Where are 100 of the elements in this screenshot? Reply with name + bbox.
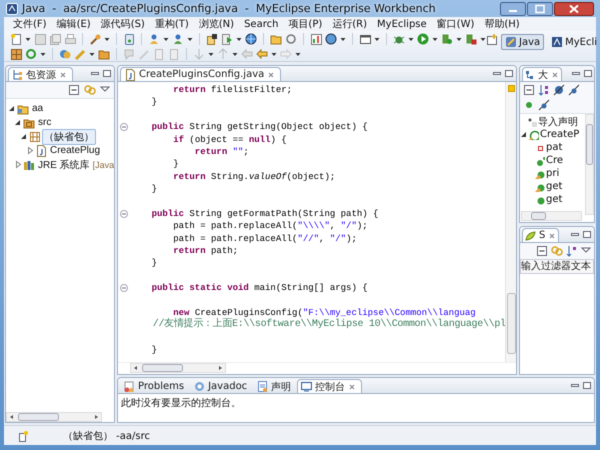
outline-item[interactable]: get: [546, 194, 562, 205]
globe-icon[interactable]: [245, 32, 257, 44]
scrollbar-thumb[interactable]: [506, 293, 516, 354]
caret-icon[interactable]: [295, 50, 301, 56]
tree-item[interactable]: src: [36, 116, 54, 129]
folder-icon[interactable]: [98, 48, 110, 60]
fold-minus-icon[interactable]: [120, 210, 128, 218]
minimize-icon[interactable]: [570, 381, 580, 390]
server-icon[interactable]: [123, 32, 135, 44]
menu-item[interactable]: MyEclipse: [372, 18, 432, 30]
collapsed-triangle-icon[interactable]: [26, 146, 34, 155]
view-menu-icon[interactable]: [100, 84, 110, 94]
minimize-icon[interactable]: [500, 2, 526, 16]
package-icon[interactable]: [10, 48, 22, 60]
maximize-icon[interactable]: [583, 69, 593, 78]
view-tab[interactable]: 声明: [253, 379, 298, 393]
expanded-triangle-icon[interactable]: [520, 130, 528, 139]
view-tab[interactable]: Javadoc: [190, 379, 254, 393]
person-icon[interactable]: [148, 32, 160, 44]
menu-item[interactable]: 帮助(H): [479, 17, 525, 31]
warning-marker-icon[interactable]: [508, 85, 514, 92]
collapse-all-icon[interactable]: [523, 84, 535, 96]
fold-minus-icon[interactable]: [120, 123, 128, 132]
run-icon[interactable]: [417, 32, 429, 44]
minimize-icon[interactable]: [570, 230, 580, 239]
tree-item[interactable]: CreatePlug: [48, 144, 102, 157]
tree-item[interactable]: JRE 系统库: [36, 156, 92, 172]
menu-item[interactable]: 编辑(E): [52, 17, 96, 31]
caret-icon[interactable]: [374, 36, 380, 42]
menu-item[interactable]: 重构(T): [150, 17, 194, 31]
collapse-all-icon[interactable]: [536, 245, 548, 257]
expanded-triangle-icon[interactable]: [8, 104, 16, 113]
caret-icon[interactable]: [232, 50, 238, 56]
vertical-scrollbar[interactable]: [585, 114, 594, 215]
menu-item[interactable]: 源代码(S): [96, 17, 150, 31]
horizontal-scrollbar[interactable]: [521, 211, 582, 221]
globe-icon[interactable]: [325, 32, 337, 44]
tree-item[interactable]: （缺省包）: [42, 128, 96, 144]
caret-icon[interactable]: [271, 50, 277, 56]
tree-item[interactable]: aa: [30, 102, 46, 115]
view-tab[interactable]: S: [522, 228, 560, 242]
expanded-triangle-icon[interactable]: [14, 118, 22, 127]
open-perspective-icon[interactable]: [486, 34, 498, 46]
expanded-triangle-icon[interactable]: [20, 132, 28, 141]
view-tab[interactable]: 大: [522, 67, 562, 81]
caret-icon[interactable]: [163, 36, 169, 42]
maximize-icon[interactable]: [527, 2, 553, 16]
maximize-icon[interactable]: [582, 230, 592, 239]
caret-icon[interactable]: [480, 36, 486, 42]
maximize-icon[interactable]: [504, 69, 514, 78]
new-file-icon[interactable]: [10, 32, 22, 44]
caret-icon[interactable]: [236, 36, 242, 42]
maximize-icon[interactable]: [582, 381, 592, 390]
outline-item[interactable]: CreateP: [540, 129, 580, 140]
view-tab[interactable]: Problems: [120, 379, 190, 393]
view-menu-icon[interactable]: [581, 245, 591, 255]
caret-icon[interactable]: [104, 36, 110, 42]
chart-icon[interactable]: [310, 32, 322, 44]
person-icon[interactable]: [172, 32, 184, 44]
fold-minus-icon[interactable]: [120, 284, 128, 292]
sort-icon[interactable]: [538, 84, 550, 96]
menu-item[interactable]: Search: [239, 18, 284, 30]
menu-item[interactable]: 运行(R): [327, 17, 372, 31]
caret-icon[interactable]: [40, 50, 46, 56]
outline-item[interactable]: pri: [546, 168, 560, 179]
menu-item[interactable]: 文件(F): [8, 17, 52, 31]
outline-item[interactable]: Cre: [546, 155, 564, 166]
perspective-button[interactable]: MyEcli: [547, 34, 600, 50]
menu-item[interactable]: 浏览(N): [194, 17, 240, 31]
filter-field[interactable]: 输入过滤器文本: [520, 259, 594, 274]
minimize-icon[interactable]: [90, 69, 100, 78]
caret-icon[interactable]: [432, 36, 438, 42]
caret-icon[interactable]: [89, 50, 95, 56]
horizontal-scrollbar[interactable]: [6, 412, 102, 422]
view-tab[interactable]: 包资源: [8, 67, 73, 81]
collapse-all-icon[interactable]: [68, 84, 80, 96]
window-icon[interactable]: [359, 32, 371, 44]
view-tab[interactable]: 控制台: [297, 379, 362, 393]
minimize-icon[interactable]: [492, 69, 502, 78]
menu-item[interactable]: 项目(P): [283, 17, 328, 31]
close-icon[interactable]: [554, 2, 594, 16]
perspective-button[interactable]: Java: [501, 34, 544, 50]
outline-item[interactable]: 导入声明: [538, 114, 578, 128]
editor-tab[interactable]: CreatePluginsConfig.java: [120, 67, 282, 81]
maximize-icon[interactable]: [102, 69, 112, 78]
caret-icon[interactable]: [408, 36, 414, 42]
collapsed-triangle-icon[interactable]: [14, 160, 22, 169]
caret-icon[interactable]: [456, 36, 462, 42]
caret-icon[interactable]: [25, 36, 31, 42]
outline-item[interactable]: pat: [546, 142, 562, 153]
new-item-icon[interactable]: [18, 430, 29, 442]
caret-icon[interactable]: [340, 36, 346, 42]
dot-icon[interactable]: [523, 99, 535, 111]
horizontal-scrollbar[interactable]: [130, 363, 226, 373]
caret-icon[interactable]: [187, 36, 193, 42]
menu-item[interactable]: 窗口(W): [432, 17, 480, 31]
caret-icon[interactable]: [208, 50, 214, 56]
outline-item[interactable]: get: [546, 181, 562, 192]
minimize-icon[interactable]: [571, 69, 581, 78]
sort-icon[interactable]: [566, 245, 578, 257]
